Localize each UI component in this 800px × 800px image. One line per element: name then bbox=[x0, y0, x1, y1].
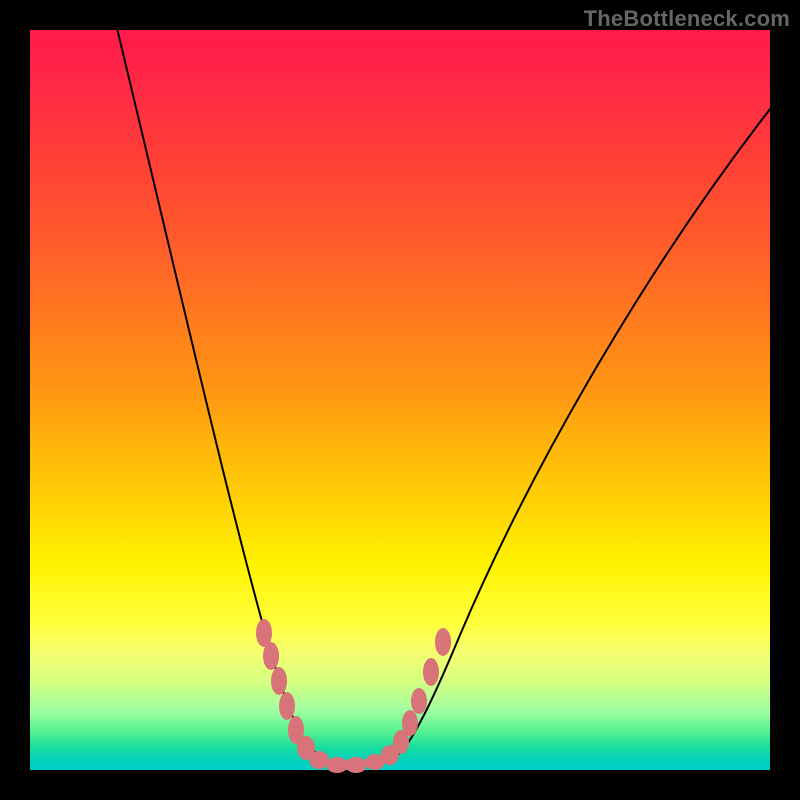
chart-svg bbox=[30, 30, 770, 770]
curve-markers bbox=[256, 619, 451, 773]
curve-marker bbox=[279, 692, 295, 720]
curve-marker bbox=[402, 710, 418, 736]
curve-marker bbox=[423, 658, 439, 686]
chart-plot-area bbox=[30, 30, 770, 770]
bottleneck-curve bbox=[115, 20, 785, 765]
curve-marker bbox=[411, 688, 427, 714]
curve-marker bbox=[435, 628, 451, 656]
curve-marker bbox=[271, 667, 287, 695]
watermark-label: TheBottleneck.com bbox=[584, 6, 790, 32]
curve-marker bbox=[345, 757, 367, 773]
curve-marker bbox=[263, 642, 279, 670]
curve-marker bbox=[326, 757, 348, 773]
curve-marker bbox=[309, 751, 329, 769]
